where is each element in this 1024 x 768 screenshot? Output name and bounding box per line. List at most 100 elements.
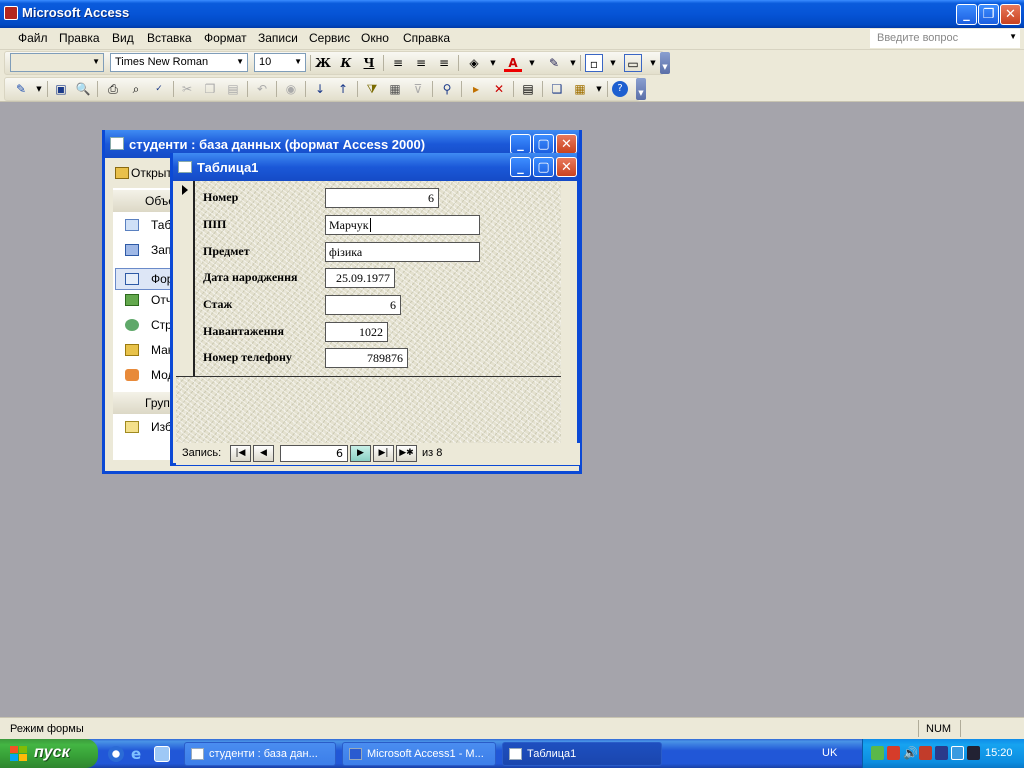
object-reports[interactable]: Отч: [125, 293, 172, 307]
groups-header[interactable]: Груп: [113, 392, 175, 414]
sort-descending-icon[interactable]: ↑: [334, 80, 352, 98]
current-record-input[interactable]: 6: [280, 445, 348, 462]
chevron-down-icon[interactable]: ▼: [1009, 32, 1017, 41]
new-record-nav-icon[interactable]: ▶✱: [396, 445, 417, 462]
spelling-icon[interactable]: ✓: [150, 80, 168, 98]
app-title-bar[interactable]: Microsoft Access _ ❐ ✕: [0, 0, 1024, 28]
align-left-icon[interactable]: ≡: [389, 54, 407, 72]
task-word-document[interactable]: Microsoft Access1 - M...: [342, 742, 496, 766]
bold-button[interactable]: Ж: [314, 54, 332, 72]
group-favorites[interactable]: Изб: [125, 420, 172, 434]
antivirus-icon[interactable]: [887, 746, 900, 760]
tray-app-icon[interactable]: [919, 746, 932, 760]
task-database-window[interactable]: студенти : база дан...: [184, 742, 336, 766]
access-app-icon[interactable]: [4, 6, 18, 20]
tray-app-icon[interactable]: [951, 746, 964, 760]
object-modules[interactable]: Мод: [125, 368, 175, 382]
last-record-icon[interactable]: ▶|: [373, 445, 394, 462]
previous-record-icon[interactable]: ◀: [253, 445, 274, 462]
field-input-load[interactable]: 1022: [325, 322, 388, 342]
help-question-box[interactable]: Введите вопрос ▼: [870, 29, 1020, 48]
menu-format[interactable]: Формат: [204, 31, 247, 45]
form-window-title-bar[interactable]: Таблица1 _ ▢ ✕: [173, 153, 577, 181]
chevron-down-icon[interactable]: ▼: [294, 57, 302, 66]
tray-app-icon[interactable]: [935, 746, 948, 760]
sort-ascending-icon[interactable]: ↓: [311, 80, 329, 98]
chevron-down-icon[interactable]: ▼: [590, 80, 608, 98]
form-minimize-button[interactable]: _: [510, 157, 531, 177]
record-selector[interactable]: [176, 181, 195, 376]
volume-icon[interactable]: 🔊: [903, 746, 918, 760]
chevron-down-icon[interactable]: ▼: [92, 57, 100, 66]
align-right-icon[interactable]: ≡: [435, 54, 453, 72]
undo-icon[interactable]: ↶: [253, 80, 271, 98]
find-icon[interactable]: ⚲: [438, 80, 456, 98]
media-player-icon[interactable]: [108, 746, 124, 762]
menu-records[interactable]: Записи: [258, 31, 298, 45]
object-pages[interactable]: Стр: [125, 318, 172, 332]
db-maximize-button[interactable]: ▢: [533, 134, 554, 154]
line-color-icon[interactable]: ✎: [545, 54, 563, 72]
insert-hyperlink-icon[interactable]: ◉: [282, 80, 300, 98]
database-window-icon[interactable]: ❑: [548, 80, 566, 98]
restore-button[interactable]: ❐: [978, 4, 999, 25]
new-object-icon[interactable]: ▦: [571, 80, 589, 98]
menu-file[interactable]: Файл: [18, 31, 48, 45]
fill-color-icon[interactable]: ◈: [465, 54, 483, 72]
menu-insert[interactable]: Вставка: [147, 31, 192, 45]
properties-icon[interactable]: ▤: [519, 80, 537, 98]
internet-explorer-icon[interactable]: e: [131, 746, 147, 762]
chevron-down-icon[interactable]: ▼: [30, 80, 48, 98]
menu-edit[interactable]: Правка: [59, 31, 100, 45]
next-record-icon[interactable]: ▶: [350, 445, 371, 462]
language-indicator[interactable]: UK: [822, 747, 837, 759]
font-size-combo[interactable]: 10 ▼: [254, 53, 306, 72]
toolbar-options-icon[interactable]: ▼: [636, 78, 646, 100]
delete-record-icon[interactable]: ✕: [490, 80, 508, 98]
db-minimize-button[interactable]: _: [510, 134, 531, 154]
print-preview-icon[interactable]: ⌕: [127, 80, 145, 98]
chevron-down-icon[interactable]: ▼: [604, 54, 622, 72]
cut-icon[interactable]: ✂: [178, 80, 196, 98]
italic-button[interactable]: К: [337, 54, 355, 72]
chevron-down-icon[interactable]: ▼: [236, 57, 244, 66]
field-input-predmet[interactable]: фізика: [325, 242, 480, 262]
view-icon[interactable]: ✎: [12, 80, 30, 98]
object-combo[interactable]: ▼: [10, 53, 104, 72]
start-button[interactable]: пуск: [0, 739, 98, 768]
object-forms[interactable]: Фор: [115, 268, 175, 290]
object-tables[interactable]: Таб: [125, 218, 171, 232]
menu-tools[interactable]: Сервис: [309, 31, 350, 45]
chevron-down-icon[interactable]: ▼: [523, 54, 541, 72]
save-icon[interactable]: ▣: [52, 80, 70, 98]
object-queries[interactable]: Зап: [125, 243, 171, 257]
field-input-nomer[interactable]: 6: [325, 188, 439, 208]
border-style-icon[interactable]: ▫: [585, 54, 603, 72]
close-button[interactable]: ✕: [1000, 4, 1021, 25]
help-icon[interactable]: ?: [612, 81, 628, 97]
paste-icon[interactable]: ▤: [224, 80, 242, 98]
field-input-stazh[interactable]: 6: [325, 295, 401, 315]
first-record-icon[interactable]: |◀: [230, 445, 251, 462]
toolbar-options-icon[interactable]: ▼: [660, 52, 670, 74]
field-input-phone[interactable]: 789876: [325, 348, 408, 368]
underline-button[interactable]: Ч: [360, 54, 378, 72]
chevron-down-icon[interactable]: ▼: [484, 54, 502, 72]
task-form-window[interactable]: Таблица1: [502, 742, 662, 766]
menu-view[interactable]: Вид: [112, 31, 134, 45]
form-close-button[interactable]: ✕: [556, 157, 577, 177]
filter-by-form-icon[interactable]: ▦: [386, 80, 404, 98]
field-input-birth-date[interactable]: 25.09.1977: [325, 268, 395, 288]
tray-app-icon[interactable]: [967, 746, 980, 760]
align-center-icon[interactable]: ≡: [412, 54, 430, 72]
db-close-button[interactable]: ✕: [556, 134, 577, 154]
network-icon[interactable]: [871, 746, 884, 760]
print-icon[interactable]: ⎙: [104, 80, 122, 98]
line-width-icon[interactable]: ▭: [624, 54, 642, 72]
apply-filter-icon[interactable]: ⊽: [409, 80, 427, 98]
menu-help[interactable]: Справка: [403, 31, 450, 45]
form-window[interactable]: Таблица1 _ ▢ ✕ Номер 6 ПІП Марчук Предме…: [170, 153, 580, 466]
minimize-button[interactable]: _: [956, 4, 977, 25]
db-open-button[interactable]: Открыт: [115, 166, 172, 180]
objects-header[interactable]: Объе: [113, 190, 175, 212]
